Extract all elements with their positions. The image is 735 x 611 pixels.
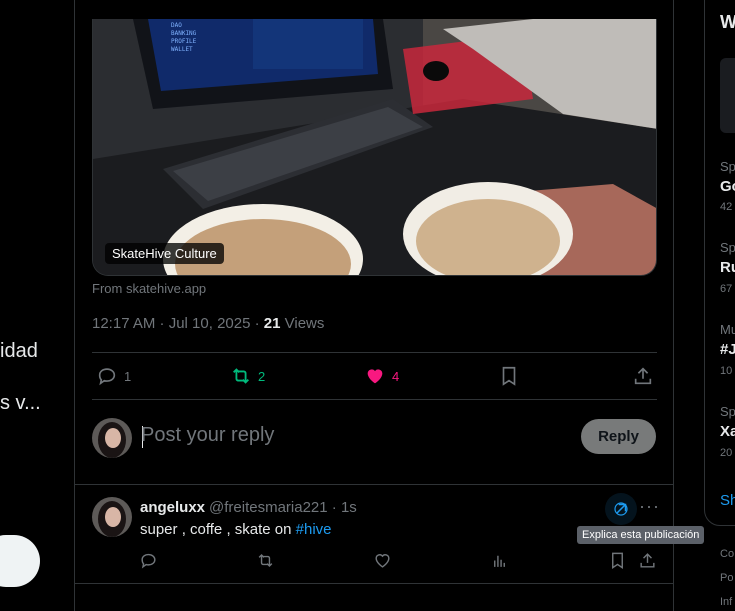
trend-category: Sp <box>720 159 735 174</box>
like-action[interactable]: 4 <box>364 365 399 387</box>
tweet-text-body: super , coffe , skate on <box>140 521 296 538</box>
svg-text:DAO: DAO <box>171 22 182 29</box>
like-count: 4 <box>392 368 400 384</box>
bookmark-icon <box>502 366 516 386</box>
reply-input[interactable]: Post your reply <box>141 424 274 447</box>
trend-title[interactable]: #J <box>720 341 735 358</box>
avatar[interactable] <box>92 418 132 458</box>
trend-count: 10 <box>720 365 733 377</box>
trend-category: Mu <box>720 322 735 337</box>
tweet-text: super , coffe , skate on #hive <box>140 521 332 538</box>
footer-link[interactable]: Inf <box>720 596 732 608</box>
trend-title[interactable]: Xa <box>720 423 735 440</box>
svg-text:PROFILE: PROFILE <box>171 38 197 45</box>
bookmark-icon <box>612 552 623 569</box>
grok-explain-button[interactable] <box>605 493 637 525</box>
header-bar <box>75 0 673 19</box>
svg-text:WALLET: WALLET <box>171 46 193 53</box>
like-action[interactable] <box>373 551 392 570</box>
reply-count: 1 <box>124 368 132 384</box>
svg-text:BANKING: BANKING <box>171 30 197 37</box>
bookmark-action[interactable] <box>498 365 520 387</box>
bookmark-action[interactable] <box>608 551 627 570</box>
card-label: SkateHive Culture <box>105 243 224 264</box>
heart-icon <box>375 554 390 568</box>
hashtag-link[interactable]: #hive <box>296 521 332 538</box>
trend-title[interactable]: Go <box>720 178 735 195</box>
divider <box>75 583 673 584</box>
trend-count: 42 <box>720 201 733 213</box>
divider <box>92 352 657 353</box>
views-count: 21 <box>263 315 281 332</box>
footer-link[interactable]: Po <box>720 572 733 584</box>
trend-count: 67 <box>720 283 733 295</box>
post-button[interactable] <box>0 535 40 587</box>
avatar[interactable] <box>92 497 132 537</box>
author-name[interactable]: angeluxx <box>140 499 205 516</box>
repost-icon <box>233 368 249 384</box>
repost-count: 2 <box>258 368 266 384</box>
more-icon[interactable]: ··· <box>639 496 660 517</box>
share-action[interactable] <box>632 365 654 387</box>
nav-item-fragment[interactable]: s v... <box>0 392 41 415</box>
author-handle[interactable]: @freitesmaria221 · 1s <box>209 499 357 516</box>
post-timestamp[interactable]: 12:17 AM · Jul 10, 2025 · <box>92 315 264 332</box>
views-action[interactable] <box>490 551 509 570</box>
reply-button[interactable]: Reply <box>581 419 656 454</box>
repost-icon <box>258 553 273 568</box>
share-action[interactable] <box>638 551 657 570</box>
repost-action[interactable] <box>256 551 275 570</box>
trends-title: W <box>720 12 735 32</box>
trend-title[interactable]: Ru <box>720 259 735 276</box>
analytics-icon <box>494 555 505 567</box>
post-photo: DAO BANKING PROFILE WALLET <box>93 19 656 275</box>
trend-thumbnail[interactable] <box>720 58 735 133</box>
repost-action[interactable]: 2 <box>230 365 265 387</box>
reply-icon <box>98 368 116 386</box>
post-media-card[interactable]: DAO BANKING PROFILE WALLET SkateHive Cul… <box>92 19 657 276</box>
share-icon <box>634 367 652 385</box>
post-meta: 12:17 AM · Jul 10, 2025 · 21 Views <box>92 315 324 332</box>
reply-action[interactable]: 1 <box>96 365 131 387</box>
trend-count: 20 <box>720 447 733 459</box>
footer-link[interactable]: Co <box>720 548 734 560</box>
trend-category: Sp <box>720 404 735 419</box>
nav-item-fragment[interactable]: idad <box>0 340 38 363</box>
divider <box>75 484 673 485</box>
share-icon <box>640 553 655 568</box>
reply-action[interactable] <box>139 551 158 570</box>
divider <box>92 399 657 400</box>
reply-icon <box>141 553 156 569</box>
card-source[interactable]: From skatehive.app <box>92 281 206 296</box>
views-label: Views <box>280 315 325 332</box>
tooltip: Explica esta publicación <box>577 526 705 544</box>
heart-icon <box>367 369 383 384</box>
show-more-link[interactable]: Sh <box>720 492 735 509</box>
main-timeline: DAO BANKING PROFILE WALLET SkateHive Cul… <box>74 0 705 611</box>
grok-icon <box>614 502 628 516</box>
trend-category: Sp <box>720 240 735 255</box>
